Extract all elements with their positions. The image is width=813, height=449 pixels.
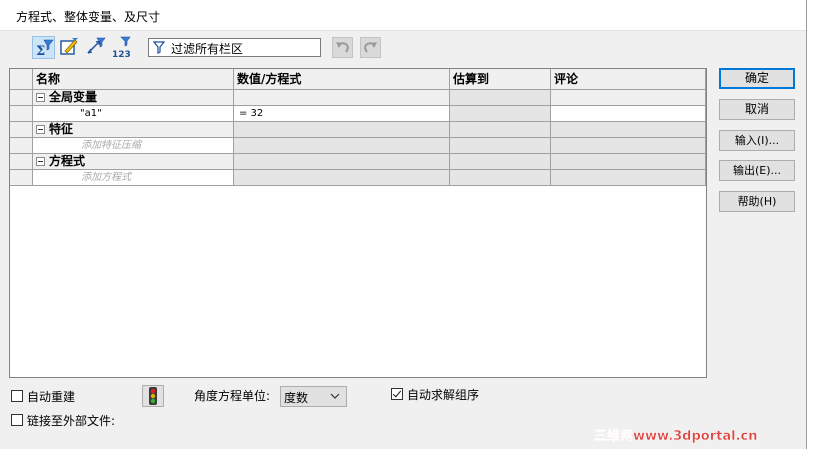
variable-name-cell[interactable]: "a1" [33, 106, 234, 122]
group-title-features: 特征 [49, 122, 74, 136]
evaluates-to-cell [450, 106, 551, 122]
column-comment[interactable]: 评论 [551, 69, 706, 90]
empty-comment-cell [551, 138, 706, 154]
svg-text:123: 123 [112, 50, 131, 59]
group-title-global-variables: 全局变量 [49, 90, 98, 104]
group-row-equations[interactable]: 方程式 [10, 154, 706, 170]
auto-rebuild-checkbox[interactable] [11, 390, 23, 402]
group-cell[interactable]: 特征 [33, 122, 234, 138]
collapse-toggle-icon[interactable] [36, 93, 45, 102]
empty-value-cell [234, 170, 450, 186]
numeric-filter-button[interactable]: 123 [111, 36, 134, 59]
column-name[interactable]: 名称 [33, 69, 234, 90]
table-header: 名称 数值/方程式 估算到 评论 [10, 69, 706, 90]
empty-comment-cell [551, 170, 706, 186]
cancel-button[interactable]: 取消 [719, 99, 795, 120]
title-bar: 方程式、整体变量、及尺寸 [0, 0, 806, 31]
group-value-cell [234, 122, 450, 138]
dimension-filter-icon [87, 37, 106, 54]
redo-icon [364, 42, 377, 53]
group-cell[interactable]: 方程式 [33, 154, 234, 170]
equations-dialog: 方程式、整体变量、及尺寸 Σ 123 过滤所有栏区 名称 数值/方程式 估算到 … [0, 0, 807, 449]
undo-button[interactable] [332, 37, 353, 58]
add-equation-placeholder[interactable]: 添加方程式 [33, 170, 234, 186]
row-selector[interactable] [10, 138, 33, 154]
chevron-down-icon [330, 393, 340, 399]
group-comment-cell [551, 90, 706, 106]
filter-label: 过滤所有栏区 [171, 42, 244, 56]
group-comment-cell [551, 122, 706, 138]
group-comment-cell [551, 154, 706, 170]
group-row-features[interactable]: 特征 [10, 122, 706, 138]
rebuild-status-button[interactable] [142, 385, 164, 407]
svg-text:Σ: Σ [36, 44, 45, 58]
equations-table: 名称 数值/方程式 估算到 评论 全局变量 "a1" = 32 特征 添加特征压… [9, 68, 707, 378]
numeric-filter-icon: 123 [112, 36, 131, 59]
undo-icon [336, 42, 349, 53]
import-button[interactable]: 输入(I)... [719, 130, 795, 151]
group-cell[interactable]: 全局变量 [33, 90, 234, 106]
traffic-light-icon [149, 387, 157, 405]
variable-value-cell[interactable]: = 32 [234, 106, 450, 122]
filter-all-columns-field[interactable]: 过滤所有栏区 [148, 38, 321, 57]
group-value-cell [234, 154, 450, 170]
row-selector[interactable] [10, 90, 33, 106]
sigma-filter-button[interactable]: Σ [32, 36, 55, 59]
add-equation-row[interactable]: 添加方程式 [10, 170, 706, 186]
empty-eval-cell [450, 138, 551, 154]
collapse-toggle-icon[interactable] [36, 157, 45, 166]
watermark-logo: 三维网www.3dportal.cn [594, 428, 758, 444]
add-feature-row[interactable]: 添加特征压缩 [10, 138, 706, 154]
angle-unit-select[interactable]: 度数 [280, 386, 347, 407]
group-title-equations: 方程式 [49, 154, 86, 168]
group-value-cell [234, 90, 450, 106]
auto-solve-order-label: 自动求解组序 [407, 388, 480, 402]
export-button[interactable]: 输出(E)... [719, 160, 795, 181]
comment-cell[interactable] [551, 106, 706, 122]
row-selector[interactable] [10, 170, 33, 186]
redo-button[interactable] [360, 37, 381, 58]
angle-unit-value: 度数 [284, 391, 309, 405]
auto-solve-order-checkbox[interactable] [391, 388, 403, 400]
row-selector[interactable] [10, 154, 33, 170]
sigma-filter-icon: Σ [36, 39, 54, 58]
table-row-a1[interactable]: "a1" = 32 [10, 106, 706, 122]
link-external-label: 链接至外部文件: [27, 414, 116, 428]
help-button[interactable]: 帮助(H) [719, 191, 795, 212]
column-evaluates-to[interactable]: 估算到 [450, 69, 551, 90]
group-eval-cell [450, 90, 551, 106]
row-selector[interactable] [10, 122, 33, 138]
column-value-equation[interactable]: 数值/方程式 [234, 69, 450, 90]
collapse-toggle-icon[interactable] [36, 125, 45, 134]
equation-edit-icon [60, 38, 78, 55]
watermark-text: 三维网www.3dportal.cn [594, 428, 757, 444]
add-feature-placeholder[interactable]: 添加特征压缩 [33, 138, 234, 154]
dialog-title: 方程式、整体变量、及尺寸 [16, 10, 161, 24]
equation-edit-button[interactable] [58, 36, 81, 59]
angle-unit-label: 角度方程单位: [194, 389, 271, 403]
row-selector[interactable] [10, 106, 33, 122]
auto-rebuild-label: 自动重建 [27, 390, 76, 404]
ok-button[interactable]: 确定 [719, 68, 795, 89]
empty-eval-cell [450, 170, 551, 186]
filter-icon [153, 41, 165, 54]
group-eval-cell [450, 154, 551, 170]
group-row-global-variables[interactable]: 全局变量 [10, 90, 706, 106]
row-selector-header [10, 69, 33, 90]
link-external-checkbox[interactable] [11, 414, 23, 426]
empty-value-cell [234, 138, 450, 154]
dimension-filter-button[interactable] [85, 36, 108, 59]
group-eval-cell [450, 122, 551, 138]
